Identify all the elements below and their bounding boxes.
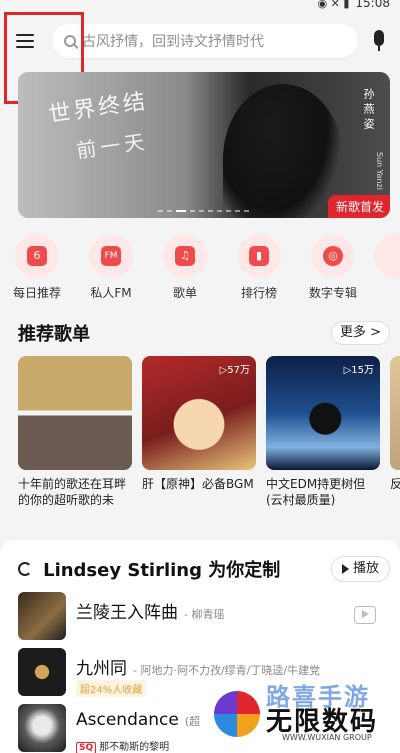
banner-artist-name: 孙燕姿 [362, 88, 375, 133]
calendar-icon: 6 [27, 246, 47, 266]
song-row[interactable]: 兰陵王入阵曲 - 柳青瑶 [18, 592, 400, 642]
song-title: 兰陵王入阵曲 [76, 603, 178, 623]
status-icons: ◉ ✕ ▮ [317, 0, 350, 10]
playlist-card[interactable]: 十年前的歌还在耳畔的你的超听歌的未 [18, 356, 132, 516]
play-icon [341, 563, 349, 574]
playlist-title: 中文EDM持更树但(云村最质量) [266, 477, 366, 507]
quicknav-overflow[interactable] [370, 228, 400, 304]
song-artist: (超 [184, 715, 201, 728]
song-title-line: 兰陵王入阵曲 - 柳青瑶 [76, 598, 224, 623]
refresh-icon[interactable] [18, 562, 32, 576]
playlist-icon: ♫ [175, 246, 195, 266]
playlist-title: 反安 [390, 477, 400, 491]
banner-artist-image [223, 84, 343, 218]
song-cover [18, 704, 66, 752]
recommend-section-header: 推荐歌单 更多 > [18, 320, 390, 348]
song-subtitle: SQ 那不勒斯的黎明 [76, 738, 169, 753]
custom-title: Lindsey Stirling 为你定制 [43, 560, 281, 581]
watermark-logo-icon [214, 691, 260, 737]
play-count: ▷57万 [219, 365, 250, 376]
playlist-title: 肝【原神】必备BGM [142, 477, 254, 491]
banner-script-line2: 前一天 [74, 129, 150, 163]
quicknav-label: 私人FM [90, 286, 132, 300]
album-icon: ◎ [323, 246, 343, 266]
quicknav-playlist[interactable]: ♫ 歌单 [148, 228, 222, 304]
status-time: 15:08 [355, 0, 390, 10]
quicknav-label: 每日推荐 [12, 286, 61, 300]
song-cover [18, 648, 66, 696]
playlist-card[interactable]: 反安 [390, 356, 400, 516]
mv-icon[interactable] [354, 606, 376, 624]
more-button[interactable]: 更多 > [330, 321, 390, 345]
song-artist: - 阿地力·阿不力孜/缪青/丁晓逵/牛建党 [133, 664, 321, 677]
chart-icon: ▮ [249, 246, 269, 266]
collect-badge: 超24%人收藏 [76, 680, 147, 697]
quicknav-label: 歌单 [172, 286, 197, 300]
song-album: 那不勒斯的黎明 [99, 742, 170, 753]
quicknav-label: 数字专辑 [308, 286, 357, 300]
playlist-title: 十年前的歌还在耳畔的你的超听歌的未 [18, 477, 127, 507]
playlist-card[interactable]: ▷15万 中文EDM持更树但(云村最质量) [266, 356, 380, 516]
carousel-dots [158, 210, 249, 212]
banner-artist-english: Sun Yanzi [375, 152, 384, 190]
song-title: Ascendance [76, 710, 179, 730]
quicknav-label: 排行榜 [240, 286, 277, 300]
status-bar: ◉ ✕ ▮ 15:08 [0, 0, 400, 12]
quicknav-digital-album[interactable]: ◎ 数字专辑 [296, 228, 370, 304]
playlist-row: 十年前的歌还在耳畔的你的超听歌的未 ▷57万 肝【原神】必备BGM ▷15万 中… [18, 356, 400, 516]
search-input[interactable]: 古风抒情，回到诗文抒情时代 [52, 24, 358, 58]
play-all-button[interactable]: 播放 [330, 556, 390, 582]
banner-script-line1: 世界终结 [47, 89, 150, 128]
song-title: 九州同 [76, 659, 127, 679]
play-label: 播放 [352, 561, 379, 576]
playlist-cover [18, 356, 132, 470]
playlist-cover [390, 356, 400, 470]
song-title-line: Ascendance (超 [76, 710, 200, 730]
quick-nav: 6 每日推荐 FM 私人FM ♫ 歌单 ▮ 排行榜 ◎ 数字专辑 [0, 228, 400, 304]
song-title-line: 九州同 - 阿地力·阿不力孜/缪青/丁晓逵/牛建党 [76, 654, 320, 679]
playlist-cover: ▷57万 [142, 356, 256, 470]
quicknav-fm[interactable]: FM 私人FM [74, 228, 148, 304]
playlist-cover: ▷15万 [266, 356, 380, 470]
song-artist: - 柳青瑶 [184, 608, 225, 621]
microphone-icon[interactable] [368, 30, 390, 56]
search-placeholder: 古风抒情，回到诗文抒情时代 [82, 34, 264, 50]
banner-carousel[interactable]: 世界终结 前一天 孙燕姿 Sun Yanzi 新歌首发 [18, 72, 390, 218]
banner-tag: 新歌首发 [327, 195, 390, 218]
song-cover [18, 592, 66, 640]
quicknav-daily[interactable]: 6 每日推荐 [0, 228, 74, 304]
custom-header: Lindsey Stirling 为你定制 播放 [18, 556, 390, 582]
play-count: ▷15万 [343, 365, 374, 376]
quicknav-charts[interactable]: ▮ 排行榜 [222, 228, 296, 304]
watermark: 路喜手游 无限数码 WWW.WUXIAN GROUP [212, 677, 392, 747]
sq-badge: SQ [76, 742, 97, 753]
radio-icon: FM [101, 246, 121, 266]
watermark-text-en: WWW.WUXIAN GROUP [282, 733, 372, 742]
playlist-card[interactable]: ▷57万 肝【原神】必备BGM [142, 356, 256, 516]
